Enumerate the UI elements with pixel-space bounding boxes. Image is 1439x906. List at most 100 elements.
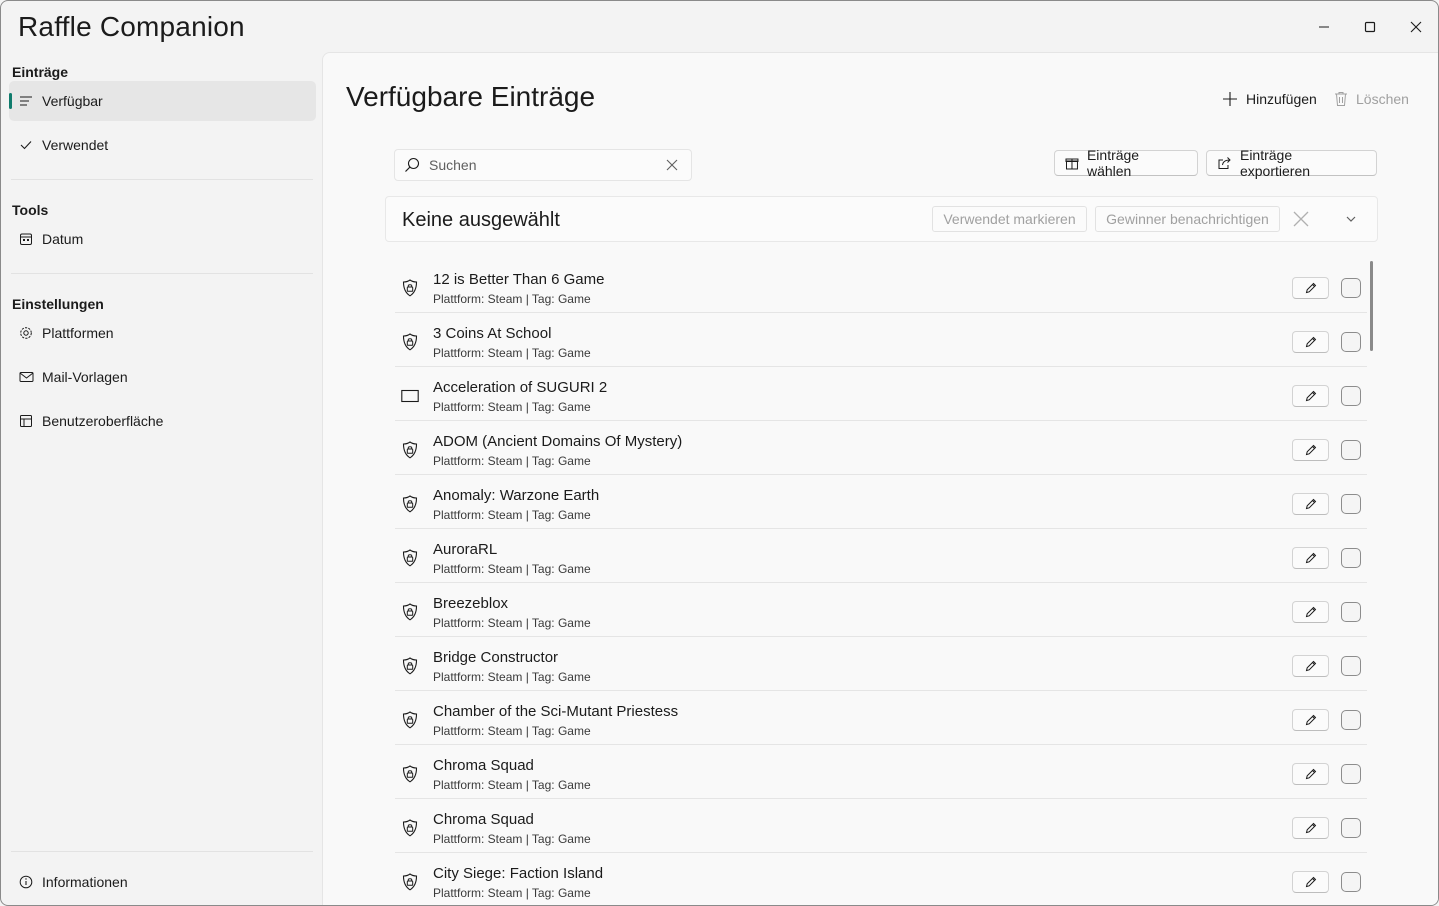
- app-window: Raffle Companion Einträge Verfügbar Verw…: [0, 0, 1439, 906]
- close-icon: [1410, 21, 1422, 33]
- sidebar: Einträge Verfügbar Verwendet Tools Datum…: [1, 53, 322, 905]
- entry-subtitle: Plattform: Steam | Tag: Game: [433, 724, 591, 738]
- close-window-button[interactable]: [1401, 13, 1431, 41]
- sidebar-item-verwendet[interactable]: Verwendet: [9, 125, 316, 165]
- add-button[interactable]: Hinzufügen: [1222, 85, 1317, 113]
- edit-button[interactable]: [1292, 601, 1329, 623]
- gear-icon: [18, 325, 34, 341]
- edit-button[interactable]: [1292, 547, 1329, 569]
- entry-subtitle: Plattform: Steam | Tag: Game: [433, 778, 591, 792]
- shield-lock-icon: [401, 441, 419, 459]
- notify-winners-button[interactable]: Gewinner benachrichtigen: [1095, 206, 1280, 232]
- entry-checkbox[interactable]: [1341, 332, 1361, 352]
- selection-indicator: [9, 93, 12, 109]
- entry-checkbox[interactable]: [1341, 710, 1361, 730]
- entry-checkbox[interactable]: [1341, 386, 1361, 406]
- edit-button[interactable]: [1292, 763, 1329, 785]
- chevron-down-icon[interactable]: [1345, 213, 1357, 225]
- entry-checkbox[interactable]: [1341, 656, 1361, 676]
- entry-checkbox[interactable]: [1341, 548, 1361, 568]
- entry-title: Chroma Squad: [433, 757, 534, 774]
- edit-button[interactable]: [1292, 817, 1329, 839]
- shield-lock-icon: [401, 333, 419, 351]
- list-item[interactable]: 12 is Better Than 6 Game Plattform: Stea…: [395, 259, 1367, 313]
- search-box[interactable]: Suchen: [394, 149, 692, 181]
- pencil-icon: [1305, 876, 1316, 888]
- clear-search-icon[interactable]: [665, 158, 679, 172]
- list-item[interactable]: Anomaly: Warzone Earth Plattform: Steam …: [395, 475, 1367, 529]
- sidebar-item-label: Mail-Vorlagen: [42, 369, 128, 385]
- entry-title: Anomaly: Warzone Earth: [433, 487, 600, 504]
- edit-button[interactable]: [1292, 655, 1329, 677]
- pencil-icon: [1305, 336, 1316, 348]
- list-item[interactable]: Chroma Squad Plattform: Steam | Tag: Gam…: [395, 799, 1367, 853]
- clear-selection-icon[interactable]: [1292, 210, 1310, 228]
- shield-lock-icon: [401, 873, 419, 891]
- info-icon: [18, 874, 34, 890]
- list-item[interactable]: ADOM (Ancient Domains Of Mystery) Plattf…: [395, 421, 1367, 475]
- pencil-icon: [1305, 282, 1316, 294]
- entry-title: Bridge Constructor: [433, 649, 559, 666]
- sidebar-item-datum[interactable]: Datum: [9, 219, 316, 259]
- list-item[interactable]: Bridge Constructor Plattform: Steam | Ta…: [395, 637, 1367, 691]
- maximize-button[interactable]: [1355, 13, 1385, 41]
- entry-title: Chamber of the Sci-Mutant Priestess: [433, 703, 679, 720]
- search-input[interactable]: Suchen: [429, 157, 476, 173]
- selection-title: Keine ausgewählt: [402, 209, 560, 231]
- edit-button[interactable]: [1292, 331, 1329, 353]
- pencil-icon: [1305, 498, 1316, 510]
- list-item[interactable]: Chamber of the Sci-Mutant Priestess Plat…: [395, 691, 1367, 745]
- entry-checkbox[interactable]: [1341, 764, 1361, 784]
- sidebar-item-label: Informationen: [42, 874, 128, 890]
- list-item[interactable]: AuroraRL Plattform: Steam | Tag: Game: [395, 529, 1367, 583]
- sidebar-item-informationen[interactable]: Informationen: [9, 862, 316, 902]
- entry-subtitle: Plattform: Steam | Tag: Game: [433, 886, 591, 900]
- edit-button[interactable]: [1292, 493, 1329, 515]
- minimize-button[interactable]: [1309, 13, 1339, 41]
- edit-button[interactable]: [1292, 871, 1329, 893]
- edit-button[interactable]: [1292, 709, 1329, 731]
- export-entries-button[interactable]: Einträge exportieren: [1206, 147, 1377, 179]
- entry-checkbox[interactable]: [1341, 602, 1361, 622]
- share-icon: [1218, 157, 1231, 169]
- edit-button[interactable]: [1292, 439, 1329, 461]
- pencil-icon: [1305, 768, 1316, 780]
- list-item[interactable]: Breezeblox Plattform: Steam | Tag: Game: [395, 583, 1367, 637]
- delete-button[interactable]: Löschen: [1334, 85, 1409, 113]
- edit-button[interactable]: [1292, 277, 1329, 299]
- sidebar-item-mail-vorlagen[interactable]: Mail-Vorlagen: [9, 357, 316, 397]
- edit-button[interactable]: [1292, 385, 1329, 407]
- list-item[interactable]: 3 Coins At School Plattform: Steam | Tag…: [395, 313, 1367, 367]
- sidebar-item-label: Verwendet: [42, 137, 109, 153]
- shield-lock-icon: [401, 279, 419, 297]
- entry-title: Chroma Squad: [433, 811, 534, 828]
- sidebar-item-verfuegbar[interactable]: Verfügbar: [9, 81, 316, 121]
- maximize-icon: [1364, 21, 1376, 33]
- entry-checkbox[interactable]: [1341, 278, 1361, 298]
- entry-checkbox[interactable]: [1341, 872, 1361, 892]
- list-item[interactable]: Chroma Squad Plattform: Steam | Tag: Gam…: [395, 745, 1367, 799]
- pencil-icon: [1305, 714, 1316, 726]
- scrollbar-thumb[interactable]: [1370, 261, 1373, 351]
- entry-checkbox[interactable]: [1341, 440, 1361, 460]
- pencil-icon: [1305, 822, 1316, 834]
- section-head-eintraege: Einträge: [12, 64, 69, 80]
- trash-icon: [1335, 92, 1347, 106]
- app-title: Raffle Companion: [18, 11, 245, 42]
- sidebar-item-label: Verfügbar: [42, 93, 103, 109]
- mail-icon: [18, 369, 34, 385]
- entry-subtitle: Plattform: Steam | Tag: Game: [433, 508, 591, 522]
- choose-entries-button[interactable]: Einträge wählen: [1054, 147, 1198, 179]
- sidebar-item-label: Plattformen: [42, 325, 114, 341]
- sidebar-item-label: Datum: [42, 231, 84, 247]
- list-item[interactable]: Acceleration of SUGURI 2 Plattform: Stea…: [395, 367, 1367, 421]
- mark-used-button[interactable]: Verwendet markieren: [932, 206, 1087, 232]
- sidebar-item-benutzeroberflaeche[interactable]: Benutzeroberfläche: [9, 401, 316, 441]
- entry-checkbox[interactable]: [1341, 494, 1361, 514]
- list-item[interactable]: City Siege: Faction Island Plattform: St…: [395, 853, 1367, 905]
- entry-checkbox[interactable]: [1341, 818, 1361, 838]
- export-entries-label: Einträge exportieren: [1239, 147, 1311, 179]
- sidebar-item-plattformen[interactable]: Plattformen: [9, 313, 316, 353]
- pencil-icon: [1305, 660, 1316, 672]
- pencil-icon: [1305, 552, 1316, 564]
